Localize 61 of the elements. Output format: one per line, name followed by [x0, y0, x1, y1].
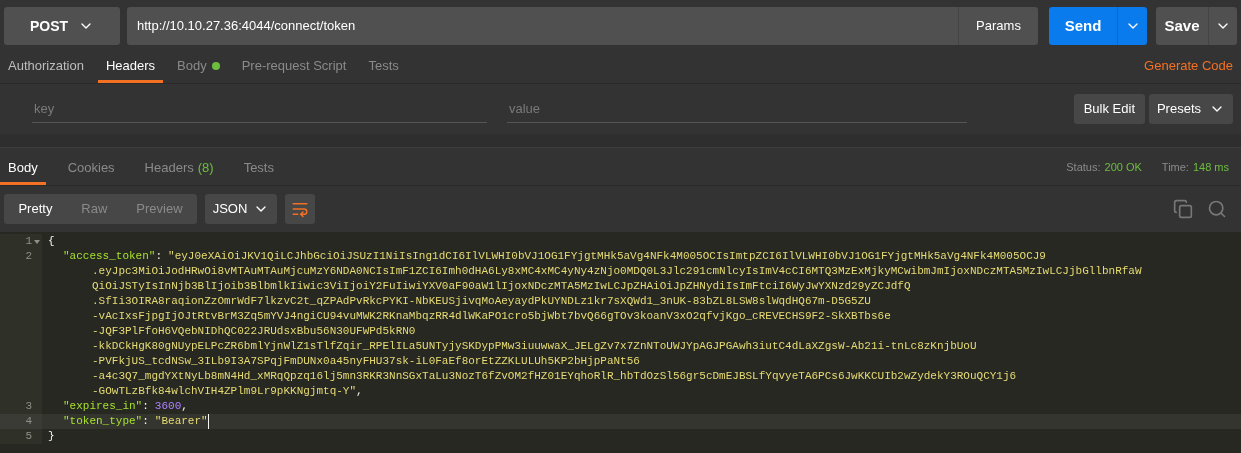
bulk-edit-button[interactable]: Bulk Edit [1073, 94, 1145, 124]
save-button[interactable]: Save [1156, 7, 1208, 45]
time-value: 148 ms [1192, 159, 1229, 175]
send-button[interactable]: Send [1049, 7, 1117, 45]
wrap-icon [291, 200, 309, 218]
view-mode-tab[interactable]: Pretty [12, 199, 59, 219]
format-dropdown[interactable]: JSON [205, 194, 277, 224]
json-value: -a4c3Q7_mgdYXtNyLb8mN4Hd_xMRqQpzq16lj5mn3RKR3NnSGxTaLu3NozT6fZvOM2fHZ01EYqhoRlR_hbTdOzSl56gr5cDmEJBSLfYqvyeTA6PCs6JwKKCUIb2wZydekY3ROuQCY1j6 [92, 369, 1017, 384]
comma: , [181, 399, 188, 414]
response-tab[interactable]: Tests [235, 153, 282, 185]
request-tab[interactable]: Body [169, 51, 228, 83]
json-key: "access_token" [63, 249, 156, 264]
text-cursor [207, 414, 209, 429]
request-tab[interactable]: Tests [360, 51, 407, 83]
colon: : [142, 414, 149, 429]
line-number: 2 [25, 249, 32, 264]
json-value: 3600 [154, 399, 182, 414]
response-tab[interactable]: Headers (8) [136, 153, 222, 185]
time-label: Time: [1161, 159, 1189, 175]
url-text: http://10.10.27.36:4044/connect/token [136, 17, 357, 36]
code-brace: { [47, 234, 55, 249]
fold-icon[interactable] [34, 239, 40, 244]
json-value: -vAcIxsFjpgIjOJtRtvBrM3Zq5mYVJ4ngiCU94vuMWK2RKnaMbqzRR4dlWKaPO1cro5bjWbt7bvQ66gTOv3koanV3xO2qfvjKgo_cREVECHS9F2-SkXBTbs6e [92, 309, 891, 324]
status-label: Status: [1066, 159, 1101, 175]
colon: : [142, 399, 149, 414]
wrap-lines-button[interactable] [285, 194, 315, 224]
json-value: .eyJpc3MiOiJodHRwOi8vMTAuMTAuMjcuMzY6NDA0NCIsImF1ZCI6Imh0dHA6Ly8xMC4xMC4yNy4zNjo0MDQ0L3Jlc291cmNlcyIsImV4cCI6MTQ3MzExMjkyMCwibmJmIjoxNDczMTA5MzIwLCJjbGllbnRfaW [92, 264, 1142, 279]
response-tab[interactable]: Cookies [59, 153, 123, 185]
json-value: -JQF3PlFfoH6VQebNIDhQC022JRUdsxBbu56N30UFWPd5kRN0 [92, 324, 416, 339]
save-options-button[interactable] [1208, 7, 1237, 45]
json-key: "token_type" [63, 414, 143, 429]
code-brace: } [47, 429, 55, 444]
request-tab[interactable]: Pre-request Script [233, 51, 355, 83]
request-tab[interactable]: Headers [97, 51, 164, 83]
line-number: 4 [25, 414, 32, 429]
json-key: "expires_in" [63, 399, 143, 414]
json-value: "eyJ0eXAiOiJKV1QiLCJhbGciOiJSUzI1NiIsIng1dCI6IlVLWHI0bVJ1OG1FYjgtMHk5aVg4NFk4M005OCIsImtpZCI6IlVLWHI0bVJ1OG1FYjgtMHk5aVg4NFk4M005OCJ9 [168, 249, 1046, 264]
colon: : [155, 249, 163, 264]
json-value: -PVFkjUS_tcdNSw_3ILb9I3A7SPqjFmDUNx0a45nyFHU37sk-iL0FaEf8orEtZZKLULUh5KP2bHjpPaNt56 [92, 354, 640, 369]
method-dropdown[interactable]: POST [4, 7, 120, 45]
json-value: "Bearer" [154, 414, 208, 429]
presets-button[interactable]: Presets [1149, 94, 1233, 124]
json-value: -GOwTLzBfk84wlchVIH4ZPlm9Lr9pKKNgjmtq-Y" [92, 384, 357, 399]
line-number: 3 [25, 399, 32, 414]
line-number: 5 [25, 429, 32, 444]
line-number: 1 [25, 234, 32, 249]
json-value: QiOiJSTyIsInNjb3BlIjoib3BlbmlkIiwic3ViIjoiY2FuIiwiYXV0aF90aW1lIjoxNDczMTA5MzIwLCJpZHAiOiJpZHNydiIsImFtciI6WyJwYXNzd29yZCJdfQ [92, 279, 911, 294]
url-field[interactable]: http://10.10.27.36:4044/connect/token Params [127, 7, 1038, 45]
status-value: 200 OK [1104, 159, 1142, 175]
copy-icon[interactable] [1173, 199, 1193, 219]
json-value: -kkDCkHgK80gNUypELPcZR6bmlYjnWlZ1sTlfZqir_RPElILa5UNTyjySKDypPMw3iuuwwaX_JELgZv7x7ZnNToUWJYpAGJPGAwh3iutC4dLaXZgsW-Ab21i-tnLc8zKnjbUoU [92, 339, 977, 354]
params-button[interactable]: Params [958, 7, 1038, 45]
json-value: .SfIi3OIRA8raqionZzOmrWdF7lkzvC2t_qZPAdPvRkcPYKI-NbKEUSjivqMoAeyaydPkUYNDLz1kr7sXQWd1_3nUK-83bZL8LSW8slWqdHQ67m-D5G5ZU [92, 294, 871, 309]
response-tab[interactable]: Body [0, 153, 46, 185]
value-field[interactable]: value [507, 95, 967, 123]
generate-code-link[interactable]: Generate Code [1144, 55, 1233, 75]
request-tab[interactable]: Authorization [0, 51, 92, 83]
send-options-button[interactable] [1117, 7, 1147, 45]
comma: , [356, 384, 363, 399]
key-field[interactable]: key [32, 95, 487, 123]
search-icon[interactable] [1207, 199, 1227, 219]
